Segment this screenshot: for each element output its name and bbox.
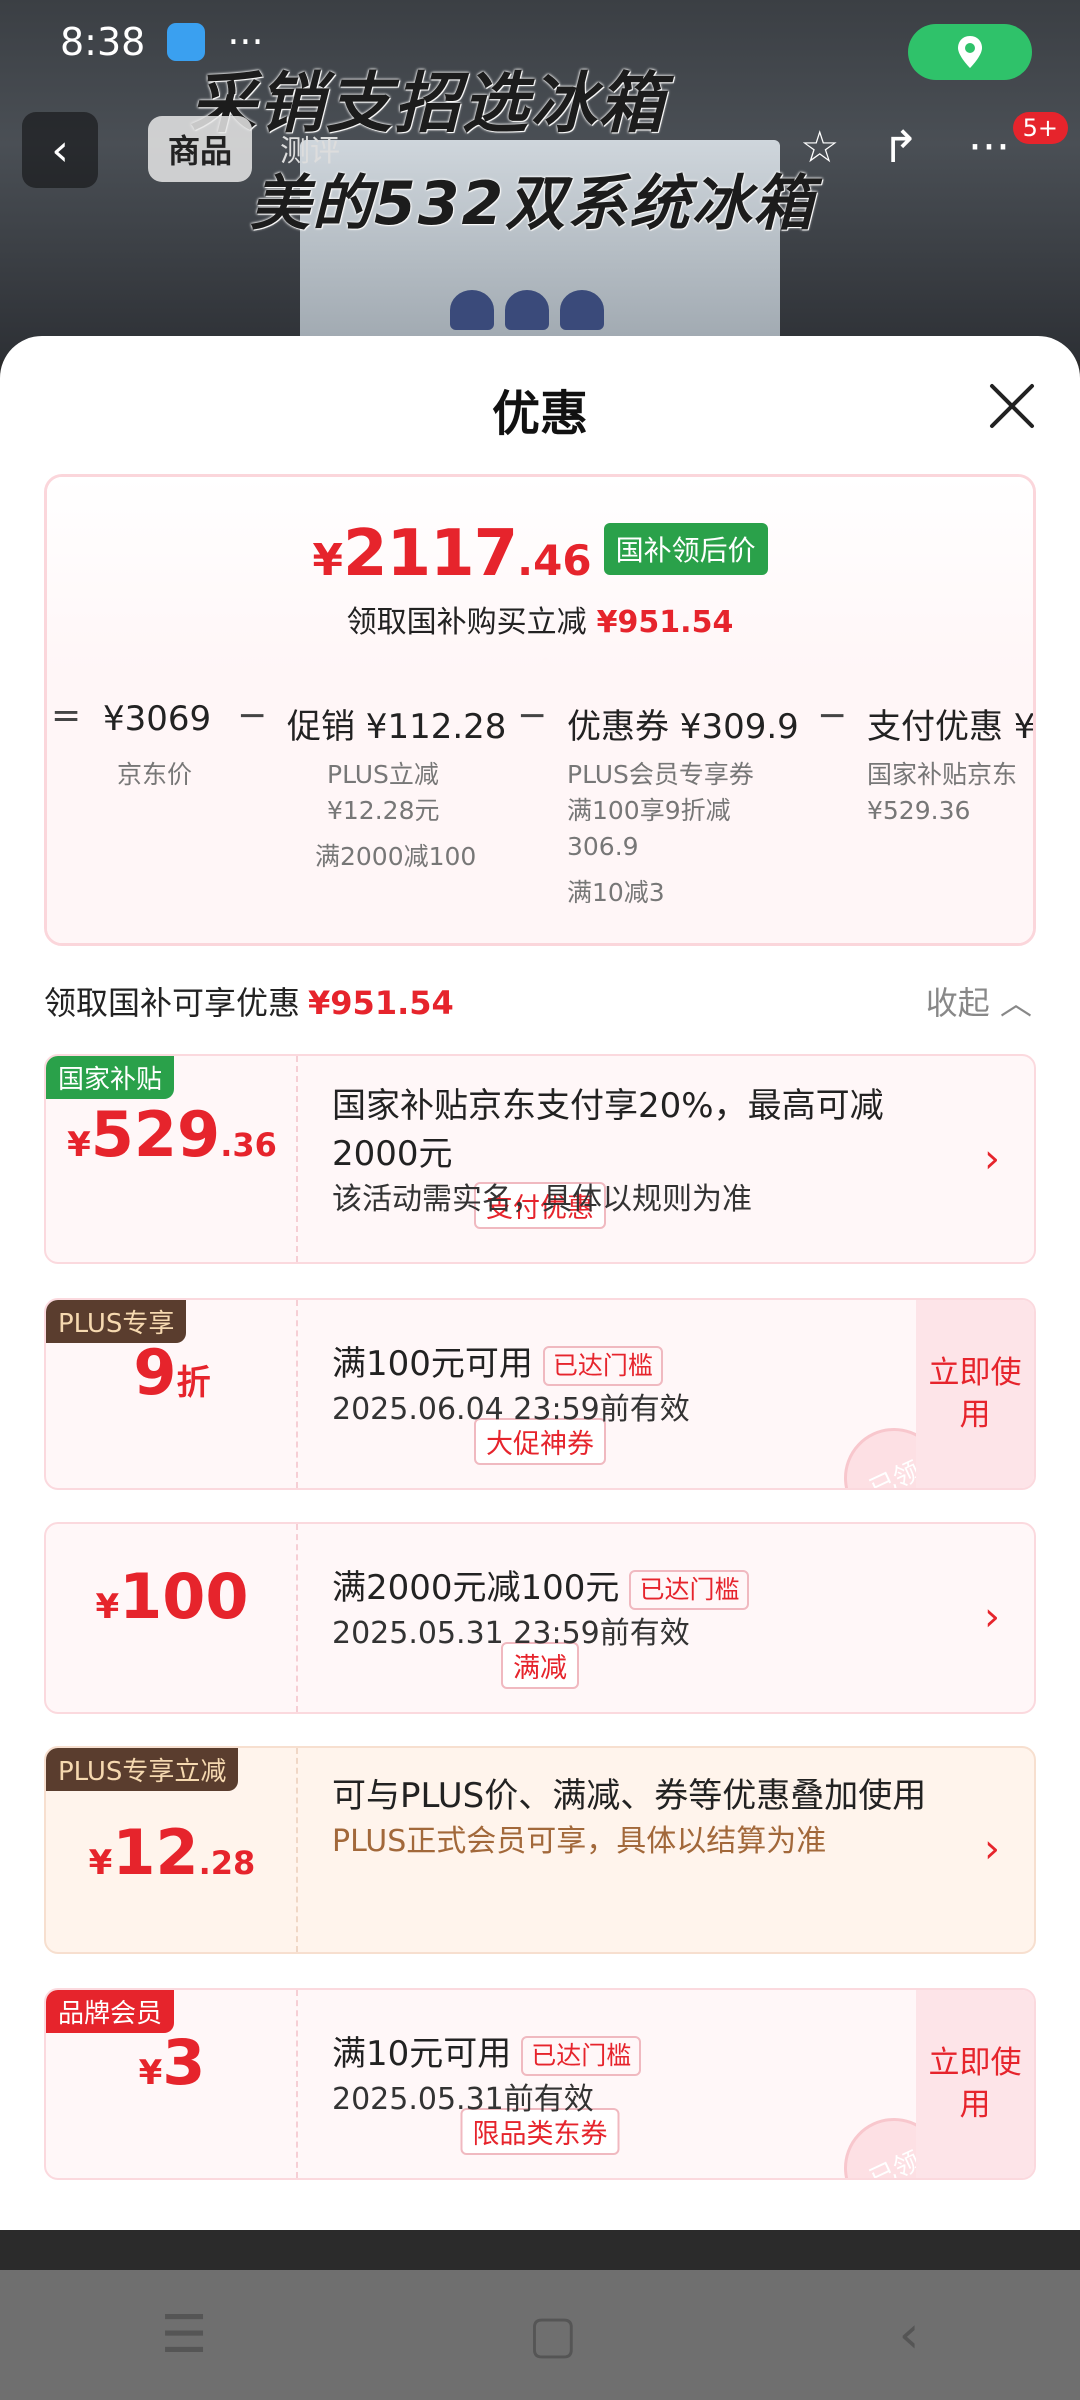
coupon-validity: 2025.05.31 23:59前有效 xyxy=(332,1616,690,1651)
coupon-amount: ¥529.36 xyxy=(67,1098,277,1171)
message-badge: 5+ xyxy=(1012,112,1068,144)
coupon-card-full-reduction[interactable]: ¥100 满减 满2000元减100元 已达门槛 2025.05.31 23:59… xyxy=(44,1522,1036,1714)
payment-discount: 支付优惠 ¥ xyxy=(867,707,1036,747)
chevron-right-icon: › xyxy=(984,1594,1000,1640)
coupon-validity: 2025.05.31前有效 xyxy=(332,2082,594,2117)
top-nav: ‹ 商品 测评 ☆ ↱ ··· 5+ xyxy=(0,112,1080,188)
coupon-note: PLUS正式会员可享，具体以结算为准 xyxy=(332,1824,827,1859)
collapse-button[interactable]: 收起 ︿ xyxy=(926,978,1032,1024)
star-icon[interactable]: ☆ xyxy=(800,122,839,173)
more-icon[interactable]: ··· xyxy=(968,122,1010,173)
chevron-left-icon: ‹ xyxy=(51,124,69,176)
price-tag-badge: 国补领后价 xyxy=(603,523,768,575)
sheet-title: 优惠 xyxy=(491,386,588,442)
price-summary-card: ¥ 2117 .46 国补领后价 领取国补购买立减 ¥951.54 = ¥3069… xyxy=(44,474,1036,946)
coupon-amount: 优惠券 ¥309.9 xyxy=(567,707,799,747)
price-breakdown[interactable]: = ¥3069 京东价 − 促销 ¥112.28 PLUS立减 ¥12.28元 … xyxy=(47,673,1036,943)
share-icon[interactable]: ↱ xyxy=(882,122,919,173)
home-icon[interactable]: ▢ xyxy=(528,2305,577,2365)
coupon-description: 满2000元减100元 xyxy=(332,1568,620,1608)
coupon-description: 满10元可用 xyxy=(332,2034,512,2074)
menu-icon[interactable]: ☰ xyxy=(161,2305,208,2365)
chevron-right-icon: › xyxy=(984,1136,1000,1182)
app-notification-icon xyxy=(167,23,206,61)
savings-summary: 领取国补购买立减 ¥951.54 xyxy=(346,605,734,640)
use-now-button[interactable]: 立即使用 xyxy=(916,1300,1034,1488)
coupon-card-plus-instant[interactable]: PLUS专享立减 ¥12.28 可与PLUS价、满减、券等优惠叠加使用 PLUS… xyxy=(44,1746,1036,1954)
final-price: ¥ 2117 .46 xyxy=(312,517,592,591)
threshold-badge: 已达门槛 xyxy=(629,1569,750,1610)
status-bar: 8:38 ··· xyxy=(60,20,264,64)
chevron-right-icon: › xyxy=(984,1826,1000,1872)
jd-price: ¥3069 xyxy=(103,699,212,739)
chevron-up-icon: ︿ xyxy=(999,984,1032,1022)
coupon-tag: 国家补贴 xyxy=(46,1056,175,1099)
coupon-amount: ¥12.28 xyxy=(88,1816,256,1889)
threshold-badge: 已达门槛 xyxy=(521,2035,642,2076)
tab-product[interactable]: 商品 xyxy=(148,116,252,182)
coupon-card-national-subsidy[interactable]: 国家补贴 ¥529.36 支付优惠 国家补贴京东支付享20%，最高可减2000元… xyxy=(44,1054,1036,1264)
coupon-description: 满100元可用 xyxy=(332,1344,533,1384)
coupon-amount: 9折 xyxy=(133,1336,211,1409)
coupon-note: 该活动需实名，具体以规则为准 xyxy=(332,1182,752,1217)
coupon-card-brand-member[interactable]: 品牌会员 ¥3 限品类东券 满10元可用 已达门槛 2025.05.31前有效 已… xyxy=(44,1988,1036,2180)
use-now-button[interactable]: 立即使用 xyxy=(916,1990,1034,2178)
threshold-badge: 已达门槛 xyxy=(542,1345,663,1386)
tab-review[interactable]: 测评 xyxy=(280,126,340,170)
status-more-dots: ··· xyxy=(227,20,264,64)
location-button[interactable] xyxy=(908,24,1032,80)
coupon-description: 可与PLUS价、满减、券等优惠叠加使用 xyxy=(332,1776,927,1816)
back-button[interactable]: ‹ xyxy=(22,112,98,188)
location-pin-icon xyxy=(958,36,982,68)
coupon-card-plus-discount[interactable]: PLUS专享 9折 大促神券 满100元可用 已达门槛 2025.06.04 23… xyxy=(44,1298,1036,1490)
close-icon xyxy=(990,384,1034,428)
close-button[interactable] xyxy=(988,382,1036,430)
jd-price-label: 京东价 xyxy=(117,760,193,789)
discount-sheet: 优惠 ¥ 2117 .46 国补领后价 领取国补购买立减 ¥951.54 = ¥… xyxy=(0,336,1080,2230)
back-icon[interactable]: ‹ xyxy=(899,2305,920,2365)
system-nav-bar: ☰ ▢ ‹ xyxy=(0,2270,1080,2400)
coupon-amount: ¥100 xyxy=(95,1560,249,1633)
coupon-tag: PLUS专享立减 xyxy=(46,1748,239,1791)
promo-amount: 促销 ¥112.28 xyxy=(287,707,507,747)
coupon-amount: ¥3 xyxy=(138,2026,206,2099)
status-time: 8:38 xyxy=(60,20,146,64)
coupon-description: 国家补贴京东支付享20%，最高可减2000元 xyxy=(332,1086,884,1174)
section-header: 领取国补可享优惠 ¥951.54 xyxy=(44,984,454,1022)
coupon-validity: 2025.06.04 23:59前有效 xyxy=(332,1392,690,1427)
